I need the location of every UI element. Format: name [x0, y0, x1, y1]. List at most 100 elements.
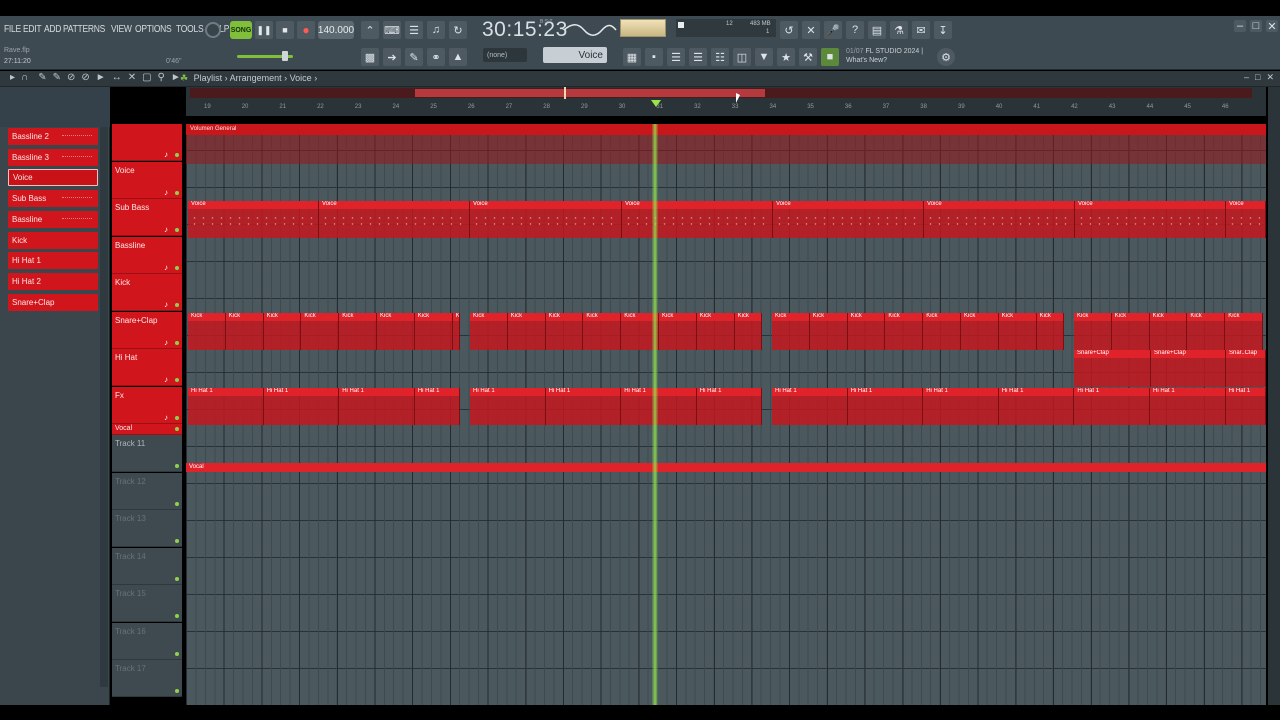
arrangement-scrollbar[interactable]	[190, 87, 1252, 99]
song-position-marker[interactable]	[651, 100, 661, 107]
draw-tool-icon[interactable]: ✎	[38, 72, 46, 83]
playlist-close-icon[interactable]: ✕	[1266, 72, 1274, 83]
hihat-clip[interactable]: Hi Hat 1	[263, 388, 340, 425]
pencil-icon[interactable]: ✎	[405, 48, 423, 66]
menu-view[interactable]: VIEW	[111, 24, 132, 35]
blend-notes-icon[interactable]: ♫	[427, 21, 445, 39]
track-enable-led[interactable]	[175, 539, 179, 543]
vertical-scrollbar[interactable]	[1268, 87, 1280, 705]
kick-clip[interactable]: Kick	[696, 313, 735, 350]
pattern-selector[interactable]: (none)	[483, 48, 527, 62]
piano-roll-icon[interactable]: ▪	[645, 48, 663, 66]
track-enable-led[interactable]	[175, 265, 179, 270]
news-icon[interactable]: ■	[821, 48, 839, 66]
typing-keyboard-icon[interactable]: ⌨	[383, 21, 401, 39]
track-enable-led[interactable]	[175, 153, 179, 157]
kick-clip[interactable]: Kick	[1225, 313, 1263, 350]
track-header-hi-hat[interactable]: Hi Hat ♪	[112, 349, 182, 386]
track-note-icon[interactable]: ♪	[164, 263, 168, 272]
tempo-display[interactable]: 140.000	[318, 21, 354, 39]
track-enable-led[interactable]	[175, 689, 179, 693]
mixer-icon[interactable]: ☰	[689, 48, 707, 66]
track-header-track-16[interactable]: Track 16	[112, 622, 182, 660]
kick-clip[interactable]: Kick	[545, 313, 584, 350]
select-tool-icon[interactable]: ▢	[142, 72, 151, 83]
playhead[interactable]	[652, 124, 658, 705]
kick-clip[interactable]: Kick	[847, 313, 886, 350]
chat-icon[interactable]: ✉	[912, 21, 930, 39]
track-enable-led[interactable]	[175, 464, 179, 468]
slip-tool-icon[interactable]: ↔	[112, 72, 122, 83]
track-header-kick[interactable]: Kick ♪	[112, 274, 182, 311]
playlist-icon[interactable]: ▦	[623, 48, 641, 66]
track-enable-led[interactable]	[175, 303, 179, 307]
minimize-icon[interactable]: –	[1234, 20, 1246, 32]
voice-clip[interactable]: Voice	[188, 201, 319, 238]
menu-file[interactable]: FILE	[4, 24, 21, 35]
slice-tool-icon[interactable]: ✕	[128, 72, 136, 83]
pattern-song-toggle[interactable]: SONG	[230, 21, 252, 39]
hihat-clip[interactable]: Hi Hat 1	[470, 388, 546, 425]
save-icon[interactable]: ▤	[868, 21, 886, 39]
breadcrumb-arrangement[interactable]: Arrangement	[230, 73, 282, 83]
hihat-clip[interactable]: Hi Hat 1	[545, 388, 622, 425]
master-pitch-knob[interactable]	[205, 22, 221, 38]
track-note-icon[interactable]: ♪	[164, 188, 168, 197]
picker-item-voice[interactable]: Voice	[8, 169, 98, 187]
track-note-icon[interactable]: ♪	[164, 150, 168, 159]
track-enable-led[interactable]	[175, 614, 179, 618]
track-header-bassline[interactable]: Bassline ♪	[112, 236, 182, 274]
touch-keyboard-icon[interactable]: ★	[777, 48, 795, 66]
playlist-maximize-icon[interactable]: □	[1255, 72, 1260, 83]
track-note-icon[interactable]: ♪	[164, 338, 168, 347]
track-header-track-12[interactable]: Track 12	[112, 472, 182, 510]
voice-clip[interactable]: Voice	[622, 201, 773, 238]
mute-tool-icon[interactable]: ⊘	[81, 72, 89, 83]
menu-patterns[interactable]: PATTERNS	[63, 24, 105, 35]
kick-clip[interactable]: Kick	[188, 313, 226, 350]
download-icon[interactable]: ↧	[934, 21, 952, 39]
kick-clip[interactable]: Kick	[583, 313, 622, 350]
tools-icon[interactable]: ⚒	[799, 48, 817, 66]
kick-clip[interactable]: Kick	[772, 313, 810, 350]
paint-tool-icon[interactable]: ✎	[53, 72, 61, 83]
kick-clip[interactable]: Kick	[1074, 313, 1112, 350]
kick-clip[interactable]: Kick	[414, 313, 453, 350]
kick-clip[interactable]: Kick	[1149, 313, 1188, 350]
automation-clip-header[interactable]	[186, 124, 1266, 135]
track-header-sub-bass[interactable]: Sub Bass ♪	[112, 199, 182, 236]
hihat-clip[interactable]: Hi Hat 1	[1150, 388, 1226, 425]
hihat-clip[interactable]: Hi Hat 1	[339, 388, 415, 425]
song-position-display[interactable]: 30:15:23	[482, 18, 568, 42]
track-header-vocal[interactable]: Vocal	[112, 424, 182, 435]
hihat-clip[interactable]: Hi Hat 1	[847, 388, 924, 425]
kick-clip[interactable]: Kick	[923, 313, 961, 350]
track-enable-led[interactable]	[175, 340, 179, 345]
voice-clip[interactable]: Voice	[1075, 201, 1226, 238]
kick-clip[interactable]: Kick	[339, 313, 377, 350]
track-note-icon[interactable]: ♪	[164, 300, 168, 309]
kick-clip[interactable]: Kick	[1187, 313, 1226, 350]
track-header-fx[interactable]: Fx ♪	[112, 386, 182, 424]
kick-clip[interactable]: Kick	[452, 313, 460, 350]
cut-tool-icon[interactable]: ✕	[802, 21, 820, 39]
undo-history-icon[interactable]: ↺	[780, 21, 798, 39]
kick-clip[interactable]: Kick	[809, 313, 848, 350]
track-enable-led[interactable]	[175, 190, 179, 195]
track-enable-led[interactable]	[175, 378, 179, 382]
track-header-track-14[interactable]: Track 14	[112, 547, 182, 585]
kick-clip[interactable]: Kick	[961, 313, 999, 350]
settings-icon[interactable]: ⚙	[937, 48, 955, 66]
kick-clip[interactable]: Kick	[1036, 313, 1064, 350]
master-volume-thumb[interactable]	[282, 51, 288, 61]
voice-clip[interactable]: Voice	[319, 201, 470, 238]
picker-item-hi-hat-1[interactable]: Hi Hat 1	[8, 252, 98, 270]
hihat-clip[interactable]: Hi Hat 1	[772, 388, 848, 425]
channel-selector[interactable]: Voice	[543, 47, 607, 63]
step-edit-icon[interactable]: ☰	[405, 21, 423, 39]
browser-icon[interactable]: ☷	[711, 48, 729, 66]
track-note-icon[interactable]: ♪	[164, 375, 168, 384]
vocal-audio-clip[interactable]: Vocal	[186, 463, 1266, 472]
breadcrumb-pattern[interactable]: Voice	[290, 73, 312, 83]
pause-button[interactable]: ❚❚	[255, 21, 273, 39]
